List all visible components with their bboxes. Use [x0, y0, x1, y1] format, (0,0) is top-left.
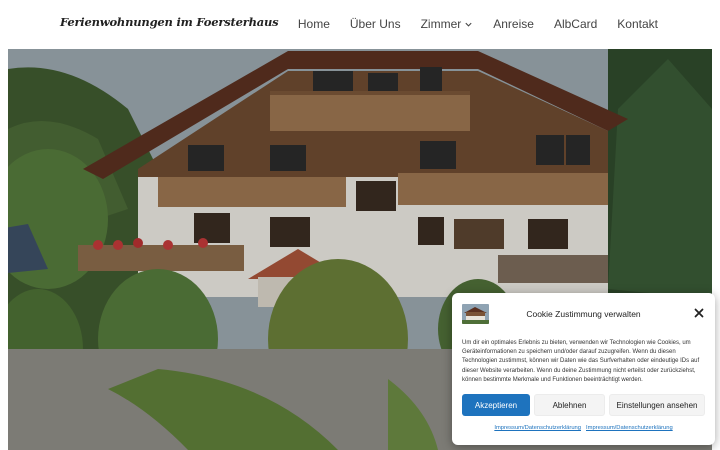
nav-anreise-label: Anreise [493, 17, 534, 31]
deny-button[interactable]: Ablehnen [534, 394, 605, 417]
cookie-title: Cookie Zustimmung verwalten [526, 309, 641, 319]
cookie-consent-dialog: Cookie Zustimmung verwalten Um dir ein o… [452, 293, 715, 445]
nav-ueber-uns-label: Über Uns [349, 17, 401, 31]
nav-albcard-label: AlbCard [553, 17, 598, 31]
privacy-link-1[interactable]: Impressum/Datenschutzerklärung [494, 425, 581, 431]
nav-ueber-uns[interactable]: Über Uns [350, 17, 401, 31]
chevron-down-icon [465, 22, 472, 27]
site-logo[interactable]: Ferienwohnungen im Foersterhaus [60, 15, 279, 29]
main-nav: Home Über Uns Zimmer Anreise AlbCard Kon… [298, 17, 658, 31]
close-icon[interactable] [693, 307, 705, 319]
nav-home[interactable]: Home [298, 17, 330, 31]
nav-zimmer[interactable]: Zimmer [421, 17, 474, 31]
cookie-buttons: Akzeptieren Ablehnen Einstellungen anseh… [462, 394, 705, 417]
nav-kontakt-label: Kontakt [617, 17, 658, 31]
nav-home-label: Home [297, 17, 330, 31]
nav-kontakt[interactable]: Kontakt [617, 17, 658, 31]
cookie-description: Um dir ein optimales Erlebnis zu bieten,… [462, 340, 700, 383]
nav-zimmer-label: Zimmer [420, 17, 462, 31]
nav-albcard[interactable]: AlbCard [554, 17, 597, 31]
privacy-link-2[interactable]: Impressum/Datenschutzerklärung [586, 425, 673, 431]
site-header: Ferienwohnungen im Foersterhaus Home Übe… [0, 0, 720, 49]
cookie-header: Cookie Zustimmung verwalten [462, 302, 705, 326]
cookie-links: Impressum/Datenschutzerklärung Impressum… [462, 425, 705, 431]
nav-anreise[interactable]: Anreise [493, 17, 534, 31]
accept-button[interactable]: Akzeptieren [462, 394, 530, 417]
view-settings-button[interactable]: Einstellungen ansehen [609, 394, 705, 417]
